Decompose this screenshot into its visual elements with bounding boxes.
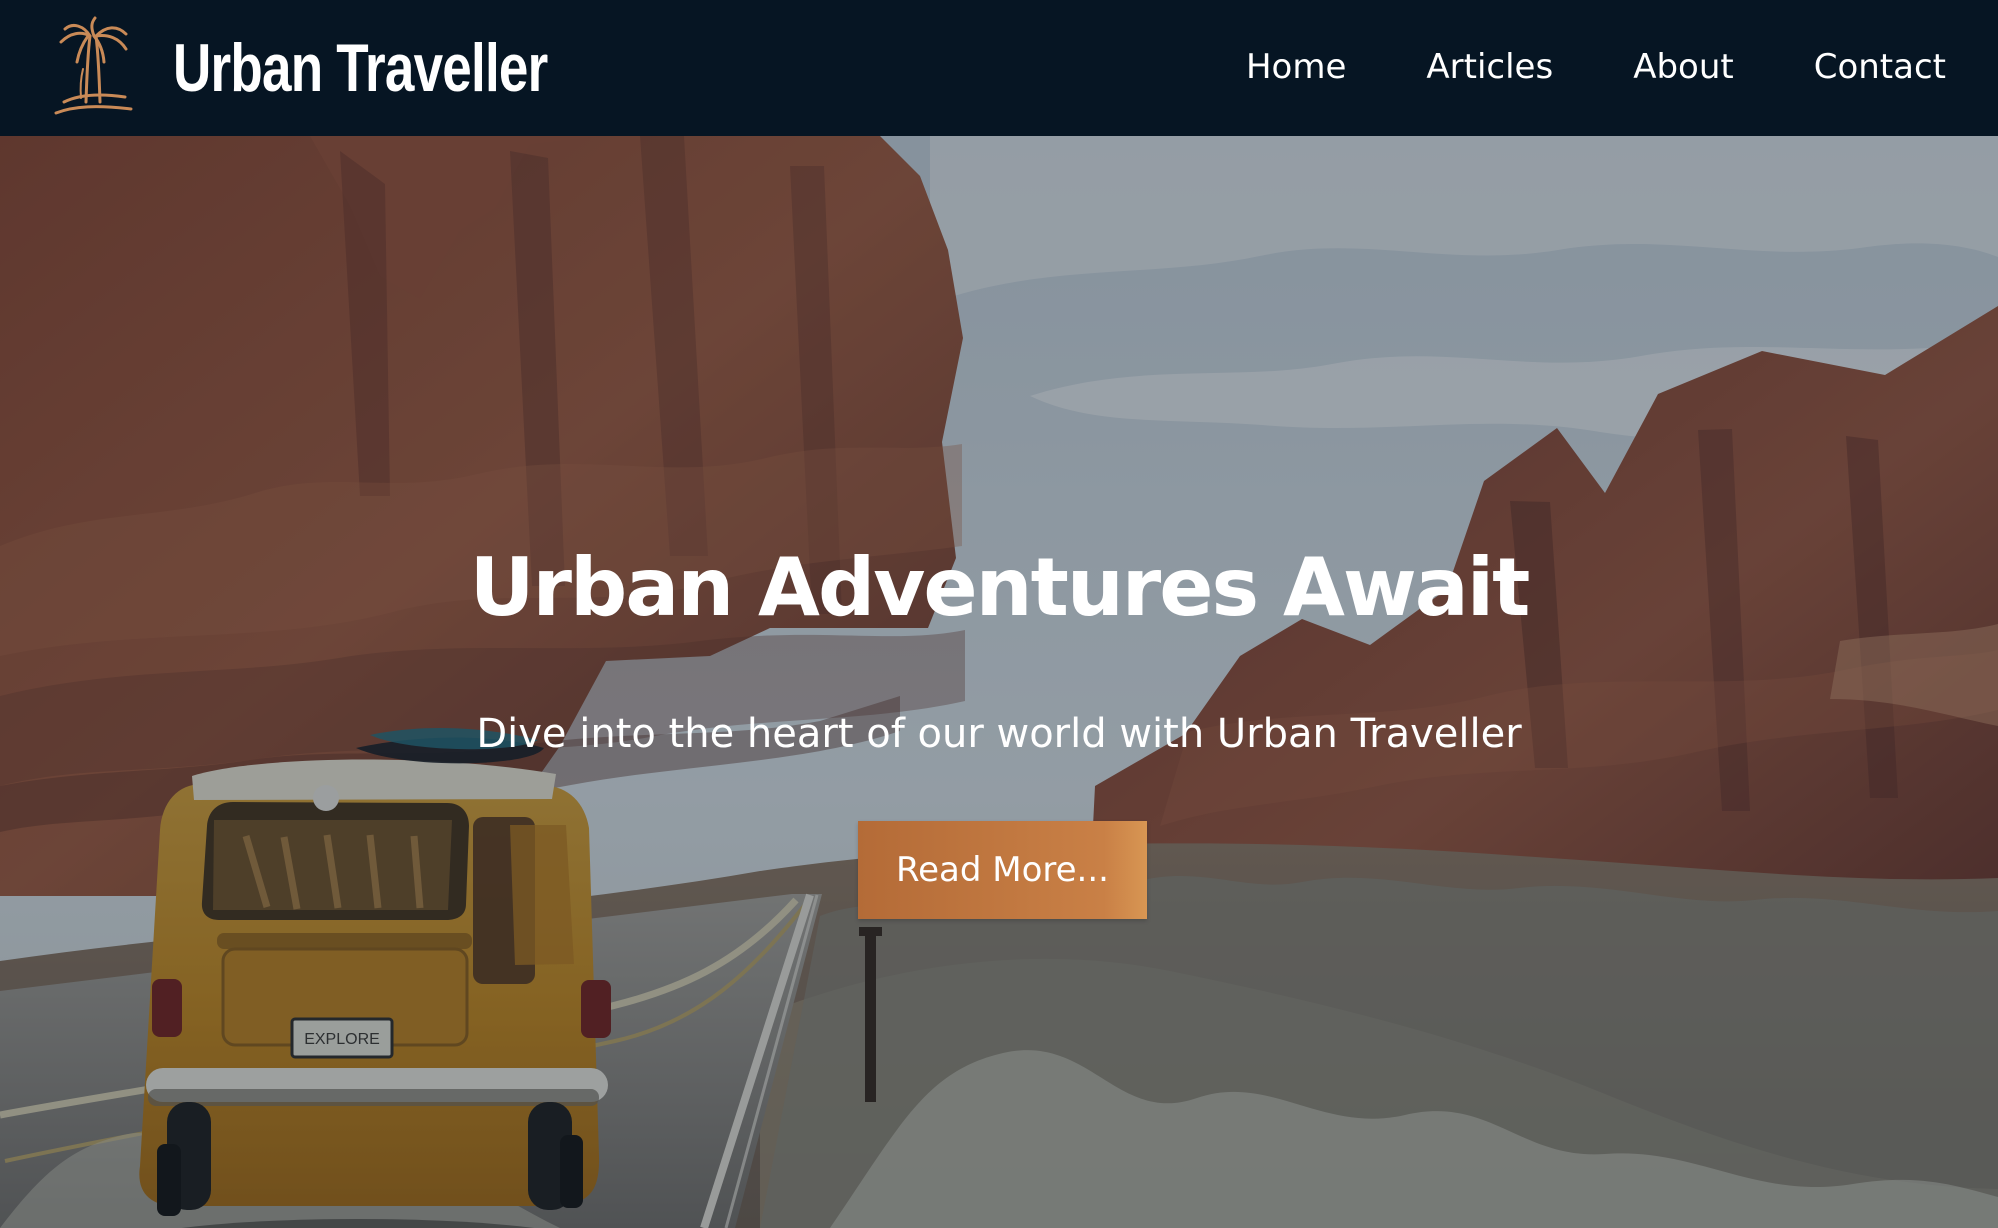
hero-title: Urban Adventures Await	[469, 541, 1531, 634]
nav-contact-link[interactable]: Contact	[1814, 38, 1946, 96]
nav-home-link[interactable]: Home	[1246, 38, 1346, 96]
brand-logo[interactable]	[38, 14, 146, 122]
nav-about-link[interactable]: About	[1633, 38, 1734, 96]
palm-tree-icon	[54, 16, 133, 115]
hero-section: EXPLORE Urban Adventures Await Dive into…	[0, 136, 1998, 1228]
hero-dark-overlay	[0, 136, 1998, 1228]
hero-subtitle: Dive into the heart of our world with Ur…	[476, 711, 1522, 757]
nav-articles-link[interactable]: Articles	[1426, 38, 1553, 96]
read-more-button[interactable]: Read More...	[858, 821, 1147, 919]
site-header: Urban Traveller Home Articles About Cont…	[0, 0, 1998, 136]
brand-title[interactable]: Urban Traveller	[173, 24, 548, 112]
main-nav: Home Articles About Contact	[1246, 38, 1946, 96]
